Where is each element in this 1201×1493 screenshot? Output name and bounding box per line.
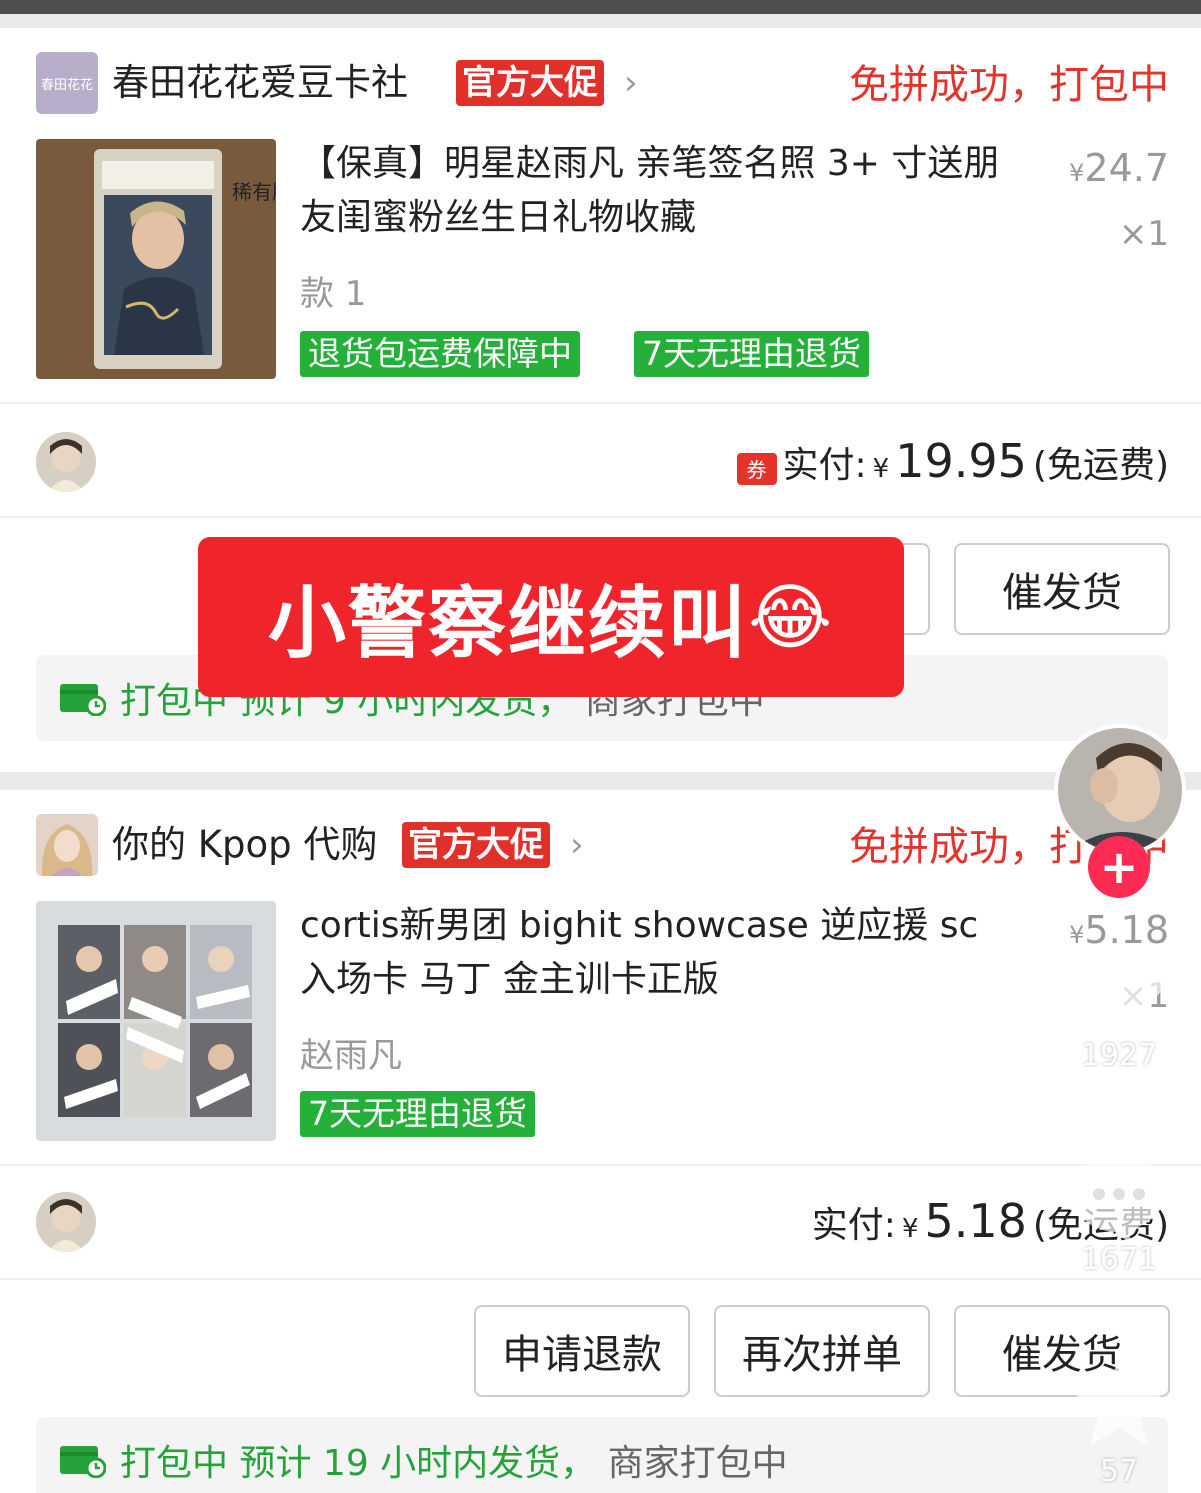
caption-overlay: 小警察继续叫 😂 — [198, 537, 904, 697]
package-clock-icon — [60, 684, 106, 716]
divider — [0, 402, 1201, 404]
favorite-count: 57 — [1099, 1454, 1139, 1489]
like-count: 1927 — [1080, 1038, 1158, 1073]
buyer-avatar — [36, 1192, 96, 1252]
product-variant: 款 1 — [300, 274, 367, 314]
order-status: 免拼成功，打包中 — [849, 62, 1169, 108]
store-name[interactable]: 春田花花爱豆卡社 — [112, 52, 408, 114]
comment-button[interactable]: 1671 — [1064, 1152, 1174, 1277]
ship-eta: 预计 19 小时内发货， — [239, 1443, 597, 1484]
photocard-set-thumbnail — [36, 901, 276, 1141]
product-variant: 赵雨凡 — [300, 1036, 402, 1076]
chevron-right-icon[interactable]: › — [570, 814, 584, 876]
heart-icon — [1071, 952, 1167, 1034]
signed-photo-thumbnail: 稀有版 — [36, 139, 276, 379]
store-name[interactable]: 你的 Kpop 代购 — [112, 814, 377, 876]
return-shipping-tag: 退货包运费保障中 — [300, 331, 580, 377]
product-thumbnail[interactable] — [36, 901, 276, 1141]
follow-plus-button[interactable]: + — [1088, 836, 1150, 898]
seven-day-return-tag: 7天无理由退货 — [300, 1091, 535, 1137]
comment-bubble-icon — [1073, 1156, 1165, 1242]
chevron-right-icon[interactable]: › — [624, 52, 638, 114]
product-price: ¥24.7 — [1069, 146, 1169, 190]
seven-day-return-tag: 7天无理由退货 — [634, 331, 869, 377]
thumb-label: 稀有版 — [232, 180, 276, 204]
product-price: ¥5.18 — [1069, 908, 1169, 952]
paid-amount: 5.18 — [924, 1194, 1027, 1248]
request-refund-button[interactable]: 申请退款 — [474, 1305, 690, 1397]
divider — [0, 1164, 1201, 1166]
product-thumbnail[interactable]: 稀有版 — [36, 139, 276, 379]
package-clock-icon — [60, 1446, 106, 1478]
coupon-icon: 券 — [736, 452, 777, 485]
promo-badge: 官方大促 — [456, 60, 604, 106]
shipping-status-bar[interactable]: 打包中 预计 19 小时内发货， 商家打包中 — [36, 1417, 1168, 1493]
store-avatar-image — [36, 814, 98, 876]
group-again-button[interactable]: 再次拼单 — [714, 1305, 930, 1397]
creator-avatar-image — [1058, 728, 1182, 852]
store-avatar-text: 春田花花 — [40, 77, 93, 93]
divider — [0, 1278, 1201, 1280]
star-icon — [1073, 1358, 1165, 1446]
product-title[interactable]: cortis新男团 bighit showcase 逆应援 sc 入场卡 马丁 … — [300, 899, 1020, 1007]
comment-count: 1671 — [1080, 1242, 1158, 1277]
order-card: 你的 Kpop 代购 官方大促 › 免拼成功，打包中 cortis新男团 big… — [0, 790, 1201, 1493]
like-button[interactable]: 1927 — [1064, 948, 1174, 1073]
urge-shipment-button[interactable]: 催发货 — [954, 543, 1170, 635]
shipping-note: (免运费) — [1032, 445, 1169, 486]
currency-symbol: ¥ — [901, 1214, 919, 1244]
laughing-emoji-icon: 😂 — [747, 575, 835, 659]
promo-badge: 官方大促 — [402, 822, 550, 868]
caption-text: 小警察继续叫 — [267, 579, 748, 669]
currency-symbol: ¥ — [872, 454, 890, 484]
buyer-avatar — [36, 432, 96, 492]
ship-status: 打包中 — [120, 1443, 229, 1484]
status-bar-strip — [0, 0, 1201, 14]
product-quantity: ×1 — [1118, 214, 1169, 254]
favorite-button[interactable]: 57 — [1064, 1354, 1174, 1489]
paid-amount-row: 券 实付: ¥ 19.95 (免运费) — [736, 434, 1169, 488]
store-avatar[interactable]: 春田花花 — [36, 52, 98, 114]
store-avatar[interactable] — [36, 814, 98, 876]
paid-label: 实付: — [782, 445, 867, 486]
ship-detail: 商家打包中 — [607, 1443, 788, 1484]
divider — [0, 516, 1201, 518]
paid-label: 实付: — [811, 1205, 896, 1246]
product-title[interactable]: 【保真】明星赵雨凡 亲笔签名照 3+ 寸送朋友闺蜜粉丝生日礼物收藏 — [300, 137, 1020, 245]
paid-amount: 19.95 — [895, 434, 1027, 488]
